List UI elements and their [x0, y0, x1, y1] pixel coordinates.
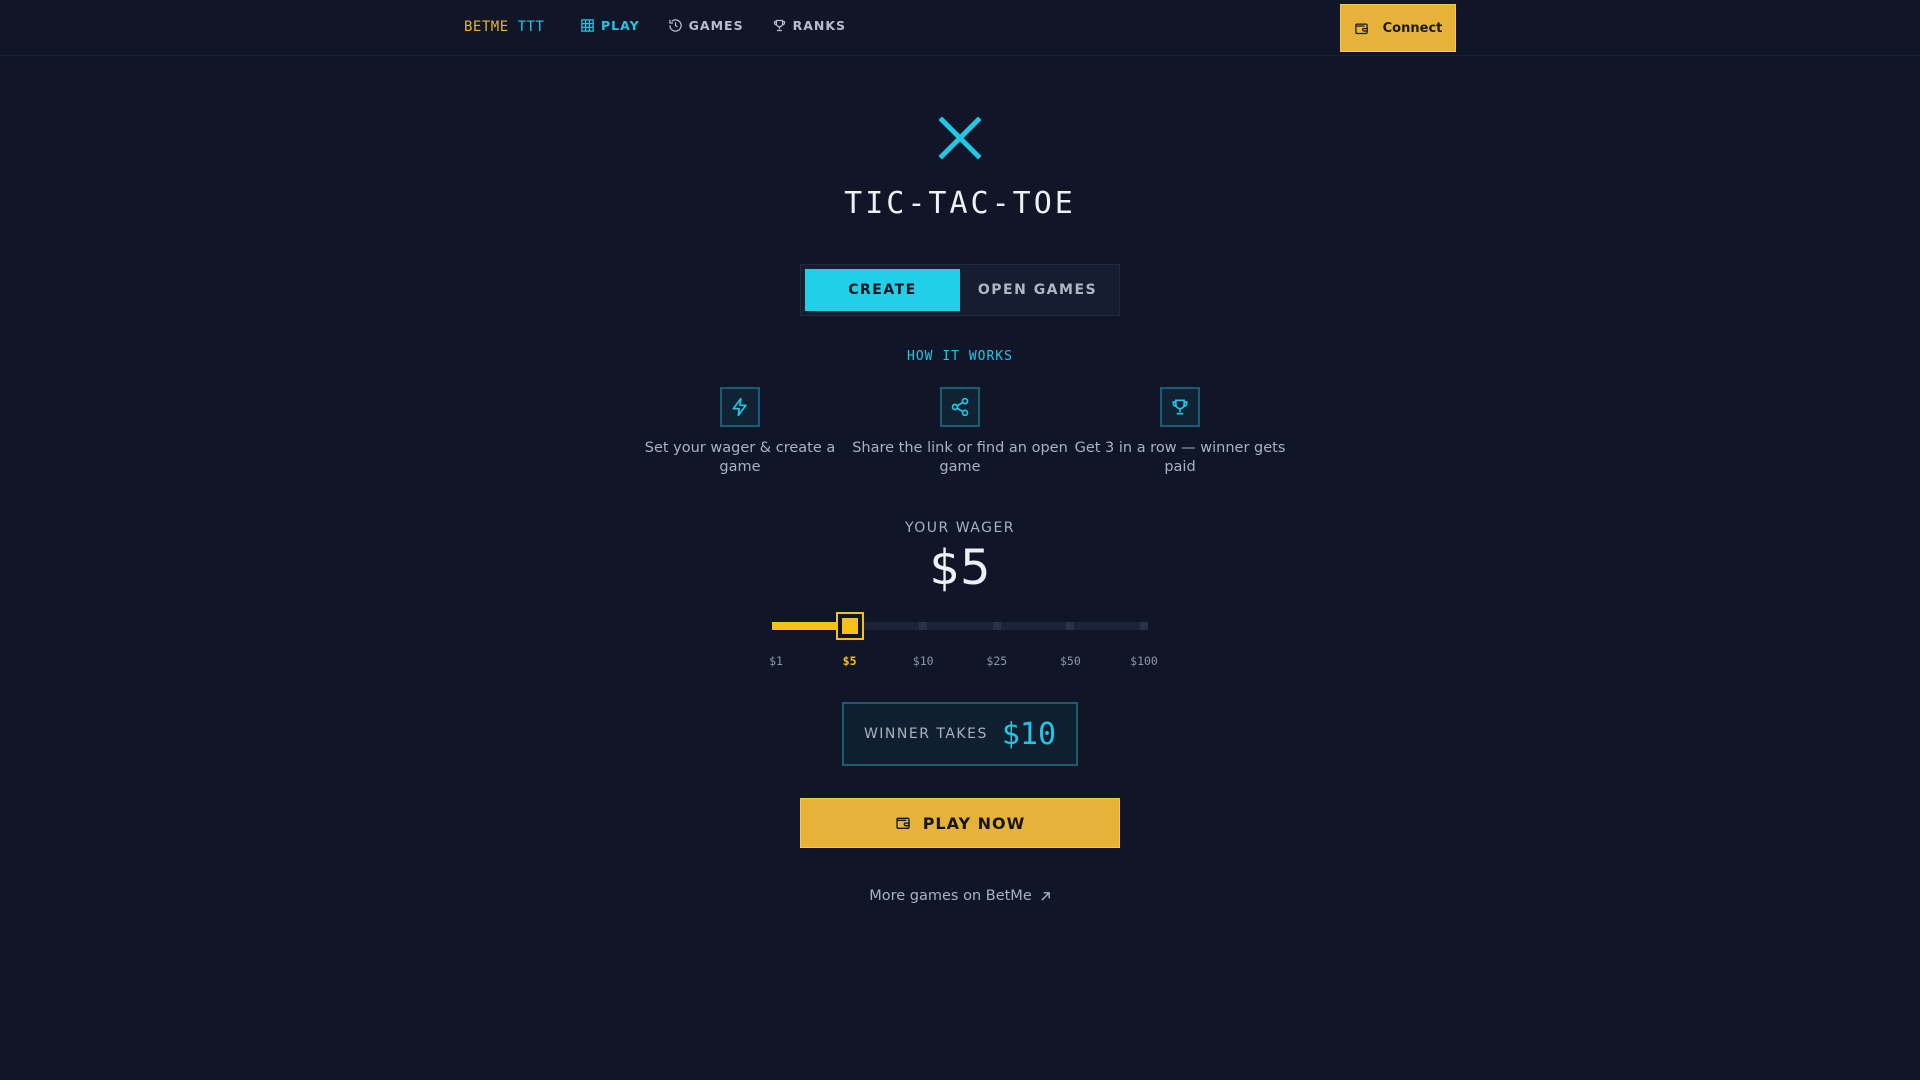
mode-tabs: CREATE OPEN GAMES — [800, 264, 1120, 316]
nav-play-label: PLAY — [601, 18, 640, 33]
slider-option-label[interactable]: $1 — [746, 654, 806, 668]
step-share: Share the link or find an open game — [850, 387, 1070, 477]
top-bar: BETME TTT PLAY GAMES RANKS Connect — [0, 0, 1920, 56]
slider-tick[interactable] — [919, 622, 928, 630]
slider-tick[interactable] — [772, 622, 780, 630]
brand-logo[interactable]: BETME TTT — [464, 19, 544, 35]
nav-ranks-label: RANKS — [792, 18, 847, 33]
nav-games-label: GAMES — [688, 18, 744, 33]
slider-thumb[interactable] — [835, 612, 864, 640]
history-icon — [668, 19, 682, 32]
wager-value: $5 — [929, 540, 991, 596]
how-it-works-title: HOW IT WORKS — [907, 349, 1013, 364]
trophy-icon — [1172, 399, 1188, 415]
step-icon-box — [940, 387, 980, 427]
step-icon-box — [720, 387, 760, 427]
step-text: Share the link or find an open game — [852, 440, 1068, 475]
slider-option-label[interactable]: $100 — [1114, 654, 1174, 668]
trophy-icon — [773, 19, 785, 32]
page-title: TIC-TAC-TOE — [844, 186, 1076, 221]
main-nav: PLAY GAMES RANKS — [580, 18, 874, 33]
x-mark-icon — [938, 116, 982, 160]
wallet-icon — [896, 817, 910, 829]
slider-option-label[interactable]: $10 — [893, 654, 953, 668]
slider-option-label[interactable]: $50 — [1040, 654, 1100, 668]
brand-suffix: TTT — [517, 19, 545, 35]
nav-ranks[interactable]: RANKS — [772, 18, 846, 33]
nav-play[interactable]: PLAY — [580, 18, 640, 33]
more-games-label: More games on BetMe — [869, 888, 1032, 904]
slider-tick[interactable] — [1140, 622, 1148, 630]
more-games-link[interactable]: More games on BetMe — [869, 888, 1051, 904]
share-icon — [951, 397, 969, 417]
step-text: Set your wager & create a game — [644, 440, 836, 475]
slider-tick[interactable] — [1066, 622, 1075, 630]
slider-tick[interactable] — [992, 622, 1001, 630]
step-text: Get 3 in a row — winner gets paid — [1074, 440, 1286, 475]
wager-slider[interactable] — [772, 612, 1148, 640]
nav-games[interactable]: GAMES — [668, 18, 744, 33]
brand-name: BETME — [464, 19, 509, 35]
wallet-icon — [1354, 23, 1368, 34]
play-now-label: PLAY NOW — [922, 813, 1026, 833]
slider-option-label[interactable]: $25 — [967, 654, 1027, 668]
slider-option-label[interactable]: $5 — [820, 654, 880, 668]
connect-button[interactable]: Connect — [1340, 4, 1456, 52]
wager-label: YOUR WAGER — [904, 520, 1016, 536]
winner-takes-box: WINNER TAKES $10 — [842, 702, 1078, 766]
tab-open-games[interactable]: OPEN GAMES — [960, 269, 1115, 311]
lightning-icon — [732, 397, 747, 417]
connect-label: Connect — [1382, 20, 1443, 36]
tab-create[interactable]: CREATE — [805, 269, 960, 311]
winner-label: WINNER TAKES — [863, 726, 988, 742]
step-win: Get 3 in a row — winner gets paid — [1070, 387, 1290, 477]
grid-icon — [581, 19, 594, 32]
step-icon-box — [1160, 387, 1200, 427]
play-now-button[interactable]: PLAY NOW — [800, 798, 1120, 848]
more-games: More games on BetMe — [0, 888, 1920, 904]
winner-value: $10 — [1001, 716, 1057, 752]
external-link-icon — [1041, 891, 1050, 901]
step-create: Set your wager & create a game — [630, 387, 850, 477]
slider-thumb-core — [841, 618, 858, 634]
